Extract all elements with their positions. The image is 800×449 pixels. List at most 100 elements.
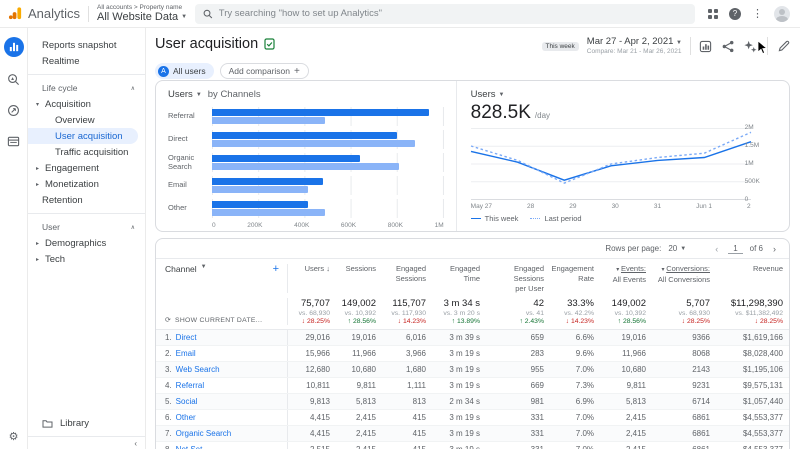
sidebar-item-tech[interactable]: ▸ Tech (28, 251, 145, 267)
channel-link[interactable]: Web Search (176, 365, 220, 374)
more-options-icon[interactable]: ⋮ (752, 7, 763, 20)
totals-vs: vs. 41 (525, 310, 544, 318)
sidebar-item-reports-snapshot[interactable]: Reports snapshot (28, 37, 145, 53)
add-dimension-icon[interactable]: + (273, 264, 279, 275)
channel-link[interactable]: Not Set (176, 445, 203, 449)
column-header-events[interactable]: ▾ Events: All Events (600, 264, 652, 293)
page-number-input[interactable]: 1 (728, 244, 743, 254)
show-current-date-button[interactable]: ⟳ SHOW CURRENT DATE... (165, 316, 287, 325)
sidebar-item-monetization[interactable]: ▸ Monetization (28, 176, 145, 192)
channel-link[interactable]: Email (176, 349, 196, 358)
sidebar-item-overview[interactable]: Overview (28, 112, 145, 128)
channel-link[interactable]: Organic Search (176, 429, 232, 438)
row-number: 1. (165, 333, 172, 343)
column-header-eng_per_user[interactable]: Engaged Sessions per User (486, 264, 550, 293)
add-comparison-chip[interactable]: Add comparison + (219, 63, 309, 79)
totals-eng_per_user: 42 vs. 41 ↑ 2.43% (486, 298, 550, 325)
column-header-channel[interactable]: Channel ▼ + (156, 264, 288, 294)
edit-pencil-icon[interactable] (778, 40, 790, 52)
collapse-section-icon[interactable]: ∧ (131, 85, 135, 92)
line-series-last-period (470, 131, 751, 184)
sidebar-item-engagement[interactable]: ▸ Engagement (28, 160, 145, 176)
column-header-revenue[interactable]: Revenue (716, 264, 789, 293)
table-row-web-search: 3. Web Search 12,680 10,680 1,680 3 m 19 s 955… (156, 362, 789, 379)
totals-eng_time: 3 m 34 s vs. 3 m 20 s ↑ 13.89% (432, 298, 486, 325)
cell-sessions: 5,813 (355, 397, 376, 407)
previous-page-icon[interactable]: ‹ (712, 244, 721, 254)
y-tick-label: 1.5M (744, 142, 760, 149)
bar-last-period (212, 209, 326, 216)
bar-group-direct: Direct (168, 130, 444, 149)
reports-nav-icon[interactable] (3, 37, 24, 57)
collapse-icon: ▾ (36, 101, 40, 108)
cell-sessions: 11,966 (352, 349, 376, 359)
x-tick-label: 800K (387, 222, 403, 229)
cell-eng_time: 3 m 19 s (449, 429, 480, 439)
user-avatar[interactable] (774, 5, 790, 22)
sidebar-divider (28, 213, 145, 214)
column-header-eng_sessions[interactable]: Engaged Sessions (382, 264, 432, 293)
totals-vs: vs. 68,930 (298, 310, 330, 318)
insights-icon[interactable] (699, 40, 712, 53)
intelligence-sparkle-icon[interactable] (744, 40, 757, 53)
column-header-eng_rate[interactable]: Engagement Rate (550, 264, 600, 293)
totals-change: ↓ 28.25% (301, 318, 330, 326)
cell-events: 11,966 (622, 349, 646, 359)
bar-pair (212, 176, 444, 195)
cell-eng_time: 3 m 19 s (449, 381, 480, 391)
sidebar-item-user-acquisition[interactable]: User acquisition (28, 128, 138, 144)
search-bar[interactable] (195, 3, 696, 24)
sidebar-item-realtime[interactable]: Realtime (28, 53, 145, 69)
bar-last-period (212, 186, 308, 193)
property-selector[interactable]: All accounts > Property name All Website… (97, 4, 187, 23)
column-header-sessions[interactable]: Sessions (336, 264, 382, 293)
line-chart-metric[interactable]: Users (471, 89, 496, 100)
date-range-picker[interactable]: Mar 27 - Apr 2, 2021 ▼ Compare: Mar 21 -… (587, 36, 682, 56)
bar-chart-panel: Users ▼ by Channels Referral Direct Organi… (156, 81, 457, 231)
bar-category-label: Other (168, 203, 187, 213)
next-page-icon[interactable]: › (770, 244, 779, 254)
column-header-conversions[interactable]: ▾ Conversions: All Conversions (652, 264, 716, 293)
row-channel-cell: 4. Referral (156, 378, 288, 394)
channel-header-label: Channel (165, 264, 197, 274)
cell-conversions: 6861 (692, 429, 710, 439)
column-header-users[interactable]: Users ↓ (288, 264, 336, 293)
sidebar-item-traffic-acquisition[interactable]: Traffic acquisition (28, 144, 145, 160)
help-icon[interactable]: ? (729, 7, 741, 20)
search-input[interactable] (218, 8, 688, 19)
rows-per-page-select[interactable]: 20 ▼ (668, 244, 686, 253)
table-row-other: 6. Other 4,415 2,415 415 3 m 19 s 331 7.0% 2,415… (156, 410, 789, 427)
page-title: User acquisition (155, 36, 259, 52)
channel-link[interactable]: Social (176, 397, 198, 406)
configure-nav-icon[interactable] (5, 132, 23, 150)
share-icon[interactable] (722, 40, 734, 53)
sidebar-item-acquisition[interactable]: ▾ Acquisition (28, 96, 145, 112)
sidebar-item-demographics[interactable]: ▸ Demographics (28, 235, 145, 251)
channel-link[interactable]: Other (176, 413, 196, 422)
row-channel-cell: 6. Other (156, 410, 288, 426)
apps-grid-icon[interactable] (708, 8, 718, 19)
collapse-section-icon[interactable]: ∧ (131, 224, 135, 231)
cell-users: 29,016 (305, 333, 330, 343)
refresh-icon: ⟳ (165, 317, 171, 325)
plus-icon: + (294, 65, 300, 77)
chevron-down-icon: ▼ (195, 91, 202, 98)
analytics-logo[interactable]: Analytics (8, 6, 80, 21)
channel-link[interactable]: Direct (176, 333, 197, 342)
channel-link[interactable]: Referral (176, 381, 204, 390)
advertising-nav-icon[interactable] (5, 101, 23, 119)
sidebar-item-retention[interactable]: Retention (28, 192, 145, 208)
collapse-sidebar-icon[interactable]: ‹ (134, 439, 137, 448)
row-channel-cell: 5. Social (156, 394, 288, 410)
bar-chart-metric[interactable]: Users (168, 89, 193, 100)
big-number-value: 828.5K (470, 102, 531, 123)
explore-nav-icon[interactable] (5, 70, 23, 88)
report-file-icon[interactable] (264, 38, 275, 50)
column-header-eng_time[interactable]: Engaged Time (432, 264, 486, 293)
admin-gear-icon[interactable]: ⚙ (9, 430, 19, 443)
all-users-chip[interactable]: A All users (155, 63, 214, 79)
sidebar-item-label: Monetization (45, 178, 99, 190)
sidebar-item-label: Acquisition (45, 98, 91, 110)
cell-eng_time: 3 m 39 s (449, 333, 480, 343)
sidebar-item-library[interactable]: Library (42, 418, 89, 429)
